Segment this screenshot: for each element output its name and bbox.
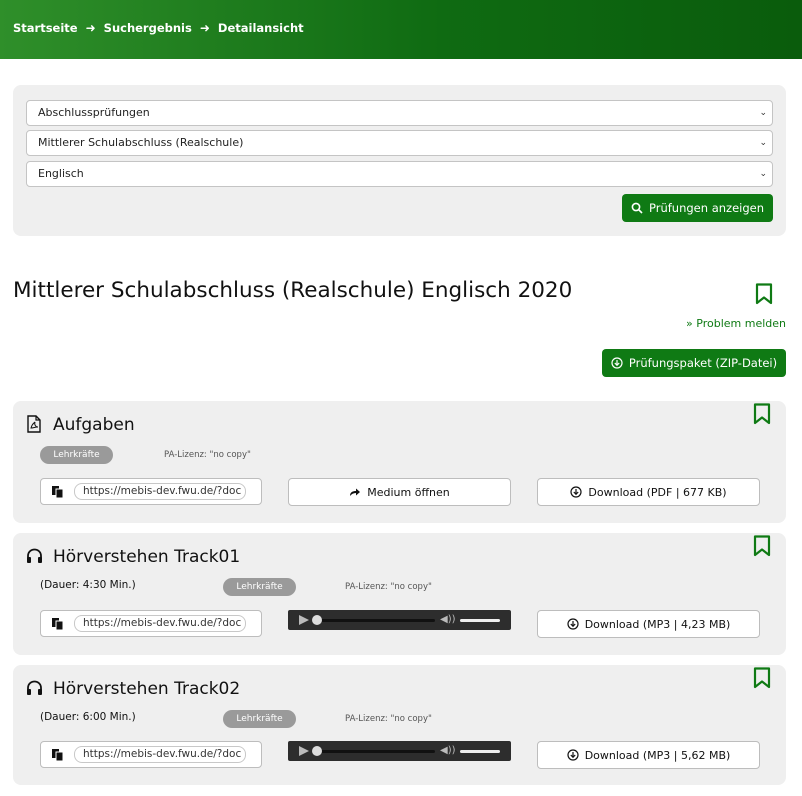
double-chevron-icon: » (686, 317, 693, 330)
download-label: Download (MP3 | 5,62 MB) (584, 748, 731, 762)
card-title: Hörverstehen Track02 (53, 679, 241, 699)
link-url[interactable]: https://mebis-dev.fwu.de/?doc (74, 615, 246, 632)
share-arrow-icon (350, 488, 361, 496)
link-field[interactable]: https://mebis-dev.fwu.de/?doc (40, 478, 262, 505)
audience-badge: Lehrkräfte (40, 446, 113, 464)
volume-slider[interactable] (460, 750, 500, 753)
play-icon[interactable] (299, 615, 309, 625)
link-field[interactable]: https://mebis-dev.fwu.de/?doc (40, 610, 262, 637)
download-circle-icon (567, 618, 579, 630)
audio-progress-knob[interactable] (312, 746, 322, 756)
breadcrumb-results[interactable]: Suchergebnis (104, 21, 192, 35)
breadcrumb: Startseite ➜ Suchergebnis ➜ Detailansich… (13, 21, 304, 35)
material-card-aufgaben: Aufgaben Lehrkräfte PA-Lizenz: "no copy"… (13, 401, 786, 523)
bookmark-icon[interactable] (753, 403, 771, 425)
bookmark-icon[interactable] (755, 283, 773, 305)
filter-panel: Abschlussprüfungen ⌄ Mittlerer Schulabsc… (13, 85, 786, 236)
volume-slider[interactable] (460, 619, 500, 622)
download-circle-icon (570, 486, 583, 498)
pdf-icon (27, 415, 41, 433)
volume-icon[interactable]: ◀)) (440, 745, 456, 756)
material-card-track01: Hörverstehen Track01 (Dauer: 4:30 Min.) … (13, 533, 786, 655)
card-title: Hörverstehen Track01 (53, 547, 241, 567)
chevron-down-icon: ⌄ (759, 108, 767, 118)
breadcrumb-detail: Detailansicht (217, 21, 304, 35)
duration-text: (Dauer: 6:00 Min.) (40, 711, 136, 723)
audio-progress-track[interactable] (315, 750, 435, 753)
volume-icon[interactable]: ◀)) (440, 614, 456, 625)
download-label: Download (MP3 | 4,23 MB) (584, 617, 731, 631)
copy-icon[interactable] (51, 617, 65, 631)
subject-select[interactable]: Englisch ⌄ (26, 161, 773, 187)
headphones-icon (27, 548, 42, 563)
chevron-down-icon: ⌄ (759, 169, 767, 179)
top-bar: Startseite ➜ Suchergebnis ➜ Detailansich… (0, 0, 802, 59)
breadcrumb-arrow-icon: ➜ (85, 21, 96, 35)
breadcrumb-arrow-icon: ➜ (199, 21, 210, 35)
zip-package-label: Prüfungspaket (ZIP-Datei) (628, 356, 778, 370)
download-button[interactable]: Download (MP3 | 4,23 MB) (537, 610, 760, 638)
school-level-select[interactable]: Mittlerer Schulabschluss (Realschule) ⌄ (26, 130, 773, 156)
license-text: PA-Lizenz: "no copy" (345, 582, 432, 592)
problem-report-link[interactable]: » Problem melden (686, 317, 786, 330)
show-exams-button[interactable]: Prüfungen anzeigen (622, 194, 773, 222)
show-exams-label: Prüfungen anzeigen (649, 201, 764, 215)
audience-badge: Lehrkräfte (223, 710, 296, 728)
download-button[interactable]: Download (MP3 | 5,62 MB) (537, 741, 760, 769)
bookmark-icon[interactable] (753, 535, 771, 557)
copy-icon[interactable] (51, 485, 65, 499)
download-circle-icon (567, 749, 579, 761)
breadcrumb-home[interactable]: Startseite (13, 21, 78, 35)
link-url[interactable]: https://mebis-dev.fwu.de/?doc (74, 483, 246, 500)
audio-progress-knob[interactable] (312, 615, 322, 625)
headphones-icon (27, 680, 42, 695)
audio-player[interactable]: ◀)) (288, 610, 511, 630)
page-title: Mittlerer Schulabschluss (Realschule) En… (13, 278, 573, 303)
download-button[interactable]: Download (PDF | 677 KB) (537, 478, 760, 506)
open-medium-label: Medium öffnen (367, 485, 450, 499)
zip-package-button[interactable]: Prüfungspaket (ZIP-Datei) (602, 349, 786, 377)
audience-badge: Lehrkräfte (223, 578, 296, 596)
chevron-down-icon: ⌄ (759, 138, 767, 148)
audio-progress-track[interactable] (315, 619, 435, 622)
copy-icon[interactable] (51, 748, 65, 762)
play-icon[interactable] (299, 746, 309, 756)
download-label: Download (PDF | 677 KB) (588, 485, 727, 499)
exam-type-select[interactable]: Abschlussprüfungen ⌄ (26, 100, 773, 126)
subject-value: Englisch (38, 167, 84, 180)
search-icon (631, 202, 643, 214)
license-text: PA-Lizenz: "no copy" (164, 450, 251, 460)
exam-type-value: Abschlussprüfungen (38, 106, 150, 119)
download-circle-icon (611, 357, 623, 369)
material-card-track02: Hörverstehen Track02 (Dauer: 6:00 Min.) … (13, 665, 786, 785)
duration-text: (Dauer: 4:30 Min.) (40, 579, 136, 591)
open-medium-button[interactable]: Medium öffnen (288, 478, 511, 506)
problem-report-label: Problem melden (696, 317, 786, 330)
audio-player[interactable]: ◀)) (288, 741, 511, 761)
link-url[interactable]: https://mebis-dev.fwu.de/?doc (74, 746, 246, 763)
link-field[interactable]: https://mebis-dev.fwu.de/?doc (40, 741, 262, 768)
bookmark-icon[interactable] (753, 667, 771, 689)
school-level-value: Mittlerer Schulabschluss (Realschule) (38, 136, 244, 149)
license-text: PA-Lizenz: "no copy" (345, 714, 432, 724)
card-title: Aufgaben (53, 415, 135, 435)
